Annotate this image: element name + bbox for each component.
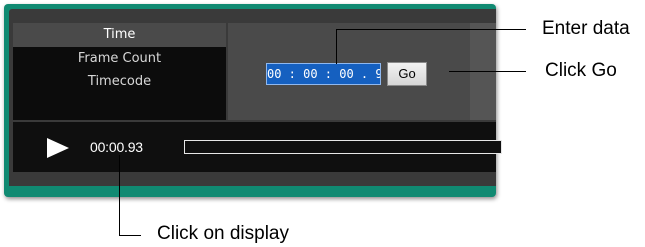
click-on-display-callout: Click on display (157, 223, 289, 244)
enter-data-callout: Enter data (542, 18, 630, 39)
time-mode-list: Time Frame Count Timecode (13, 23, 226, 120)
click-go-callout: Click Go (545, 60, 617, 81)
time-display[interactable]: 00:00.93 (90, 139, 143, 155)
play-button[interactable] (46, 137, 70, 159)
click-on-display-leader-line (119, 235, 141, 236)
go-button[interactable]: Go (387, 62, 427, 86)
play-icon (47, 138, 69, 158)
enter-data-leader-line (336, 29, 337, 64)
click-go-leader-line (449, 71, 526, 72)
mode-item-time[interactable]: Time (13, 23, 226, 47)
click-on-display-leader-line (119, 155, 120, 236)
scrub-bar[interactable] (184, 140, 502, 154)
mode-item-timecode[interactable]: Timecode (13, 70, 226, 94)
time-seek-input[interactable] (266, 63, 381, 85)
enter-data-leader-line (336, 29, 526, 30)
mode-item-frame-count[interactable]: Frame Count (13, 47, 226, 71)
